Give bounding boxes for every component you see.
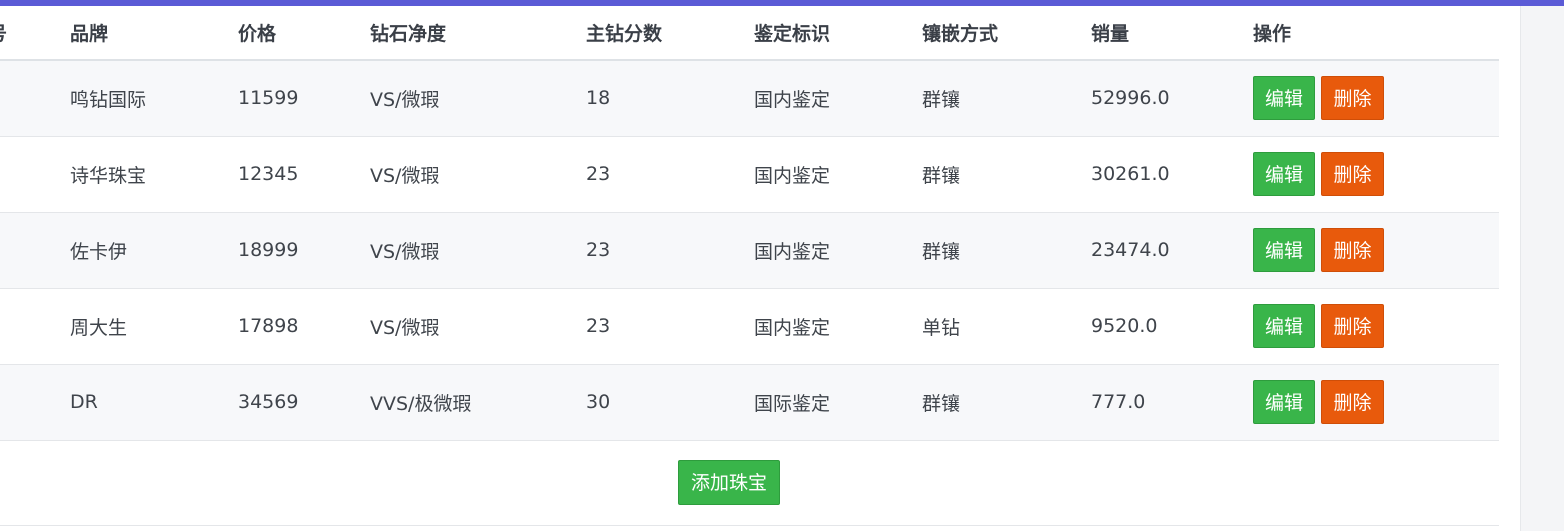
col-header-actions: 操作 bbox=[1253, 6, 1499, 61]
cell-sales: 777.0 bbox=[1091, 391, 1146, 413]
cell-certification: 国内鉴定 bbox=[754, 316, 831, 339]
jewelry-table: 号 品牌 价格 钻石净度 主钻分数 鉴定标识 镶嵌方式 销量 操作 鸣钻国际 11… bbox=[0, 6, 1499, 441]
table-row: 佐卡伊 18999 VS/微瑕 23 国内鉴定 群镶 23474.0 编辑 删除 bbox=[0, 212, 1499, 288]
delete-button[interactable]: 删除 bbox=[1321, 304, 1384, 348]
cell-brand: 鸣钻国际 bbox=[70, 88, 147, 111]
cell-carat: 23 bbox=[586, 163, 611, 185]
cell-certification: 国际鉴定 bbox=[754, 392, 831, 415]
table-row: 诗华珠宝 12345 VS/微瑕 23 国内鉴定 群镶 30261.0 编辑 删除 bbox=[0, 136, 1499, 212]
cell-certification: 国内鉴定 bbox=[754, 164, 831, 187]
right-scroll-gutter bbox=[1520, 6, 1564, 531]
table-row: DR 34569 VVS/极微瑕 30 国际鉴定 群镶 777.0 编辑 删除 bbox=[0, 364, 1499, 440]
delete-button[interactable]: 删除 bbox=[1321, 380, 1384, 424]
cell-clarity: VVS/极微瑕 bbox=[370, 392, 472, 415]
cell-setting: 群镶 bbox=[922, 240, 961, 263]
cell-carat: 30 bbox=[586, 391, 611, 413]
col-header-clarity: 钻石净度 bbox=[370, 6, 586, 61]
cell-brand: DR bbox=[70, 391, 98, 413]
cell-price: 12345 bbox=[238, 163, 299, 185]
cell-index bbox=[0, 60, 70, 136]
cell-brand: 周大生 bbox=[70, 316, 128, 339]
cell-sales: 9520.0 bbox=[1091, 315, 1158, 337]
cell-sales: 30261.0 bbox=[1091, 163, 1170, 185]
cell-actions: 编辑 删除 bbox=[1253, 60, 1499, 136]
edit-button[interactable]: 编辑 bbox=[1253, 380, 1315, 424]
col-header-index: 号 bbox=[0, 6, 70, 61]
cell-price: 11599 bbox=[238, 87, 299, 110]
cell-sales: 52996.0 bbox=[1091, 87, 1170, 110]
delete-button[interactable]: 删除 bbox=[1321, 152, 1384, 196]
cell-clarity: VS/微瑕 bbox=[370, 316, 440, 339]
delete-button[interactable]: 删除 bbox=[1321, 76, 1384, 121]
col-header-brand: 品牌 bbox=[70, 6, 238, 61]
cell-clarity: VS/微瑕 bbox=[370, 164, 440, 187]
edit-button[interactable]: 编辑 bbox=[1253, 304, 1315, 348]
cell-actions: 编辑 删除 bbox=[1253, 288, 1499, 364]
cell-price: 18999 bbox=[238, 239, 299, 261]
col-header-carat: 主钻分数 bbox=[586, 6, 754, 61]
cell-sales: 23474.0 bbox=[1091, 239, 1170, 261]
col-header-setting: 镶嵌方式 bbox=[922, 6, 1091, 61]
cell-setting: 单钻 bbox=[922, 316, 961, 339]
cell-setting: 群镶 bbox=[922, 392, 961, 415]
col-header-certification: 鉴定标识 bbox=[754, 6, 922, 61]
cell-carat: 18 bbox=[586, 87, 611, 110]
table-row: 鸣钻国际 11599 VS/微瑕 18 国内鉴定 群镶 52996.0 编辑 删除 bbox=[0, 60, 1499, 136]
cell-carat: 23 bbox=[586, 315, 611, 337]
col-header-price: 价格 bbox=[238, 6, 370, 61]
col-header-index-label: 号 bbox=[0, 23, 7, 45]
cell-price: 34569 bbox=[238, 391, 299, 413]
cell-brand: 佐卡伊 bbox=[70, 240, 128, 263]
add-jewelry-button[interactable]: 添加珠宝 bbox=[678, 460, 780, 505]
cell-brand: 诗华珠宝 bbox=[70, 164, 147, 187]
table-body: 鸣钻国际 11599 VS/微瑕 18 国内鉴定 群镶 52996.0 编辑 删除 诗华珠宝 123… bbox=[0, 60, 1499, 440]
cell-setting: 群镶 bbox=[922, 88, 961, 111]
cell-carat: 23 bbox=[586, 239, 611, 261]
table-header-row: 号 品牌 价格 钻石净度 主钻分数 鉴定标识 镶嵌方式 销量 操作 bbox=[0, 6, 1499, 61]
col-header-sales: 销量 bbox=[1091, 6, 1253, 61]
cell-actions: 编辑 删除 bbox=[1253, 136, 1499, 212]
cell-actions: 编辑 删除 bbox=[1253, 364, 1499, 440]
cell-price: 17898 bbox=[238, 315, 299, 337]
jewelry-table-container: 号 品牌 价格 钻石净度 主钻分数 鉴定标识 镶嵌方式 销量 操作 鸣钻国际 11… bbox=[0, 6, 1499, 441]
cell-clarity: VS/微瑕 bbox=[370, 240, 440, 263]
cell-index bbox=[0, 212, 70, 288]
table-row: 周大生 17898 VS/微瑕 23 国内鉴定 单钻 9520.0 编辑 删除 bbox=[0, 288, 1499, 364]
cell-setting: 群镶 bbox=[922, 164, 961, 187]
cell-index bbox=[0, 136, 70, 212]
cell-clarity: VS/微瑕 bbox=[370, 88, 440, 111]
cell-index bbox=[0, 288, 70, 364]
cell-certification: 国内鉴定 bbox=[754, 88, 831, 111]
cell-actions: 编辑 删除 bbox=[1253, 212, 1499, 288]
add-jewelry-area: 添加珠宝 bbox=[0, 441, 1499, 526]
edit-button[interactable]: 编辑 bbox=[1253, 228, 1315, 272]
cell-index bbox=[0, 364, 70, 440]
edit-button[interactable]: 编辑 bbox=[1253, 152, 1315, 196]
cell-certification: 国内鉴定 bbox=[754, 240, 831, 263]
edit-button[interactable]: 编辑 bbox=[1253, 76, 1315, 121]
delete-button[interactable]: 删除 bbox=[1321, 228, 1384, 272]
